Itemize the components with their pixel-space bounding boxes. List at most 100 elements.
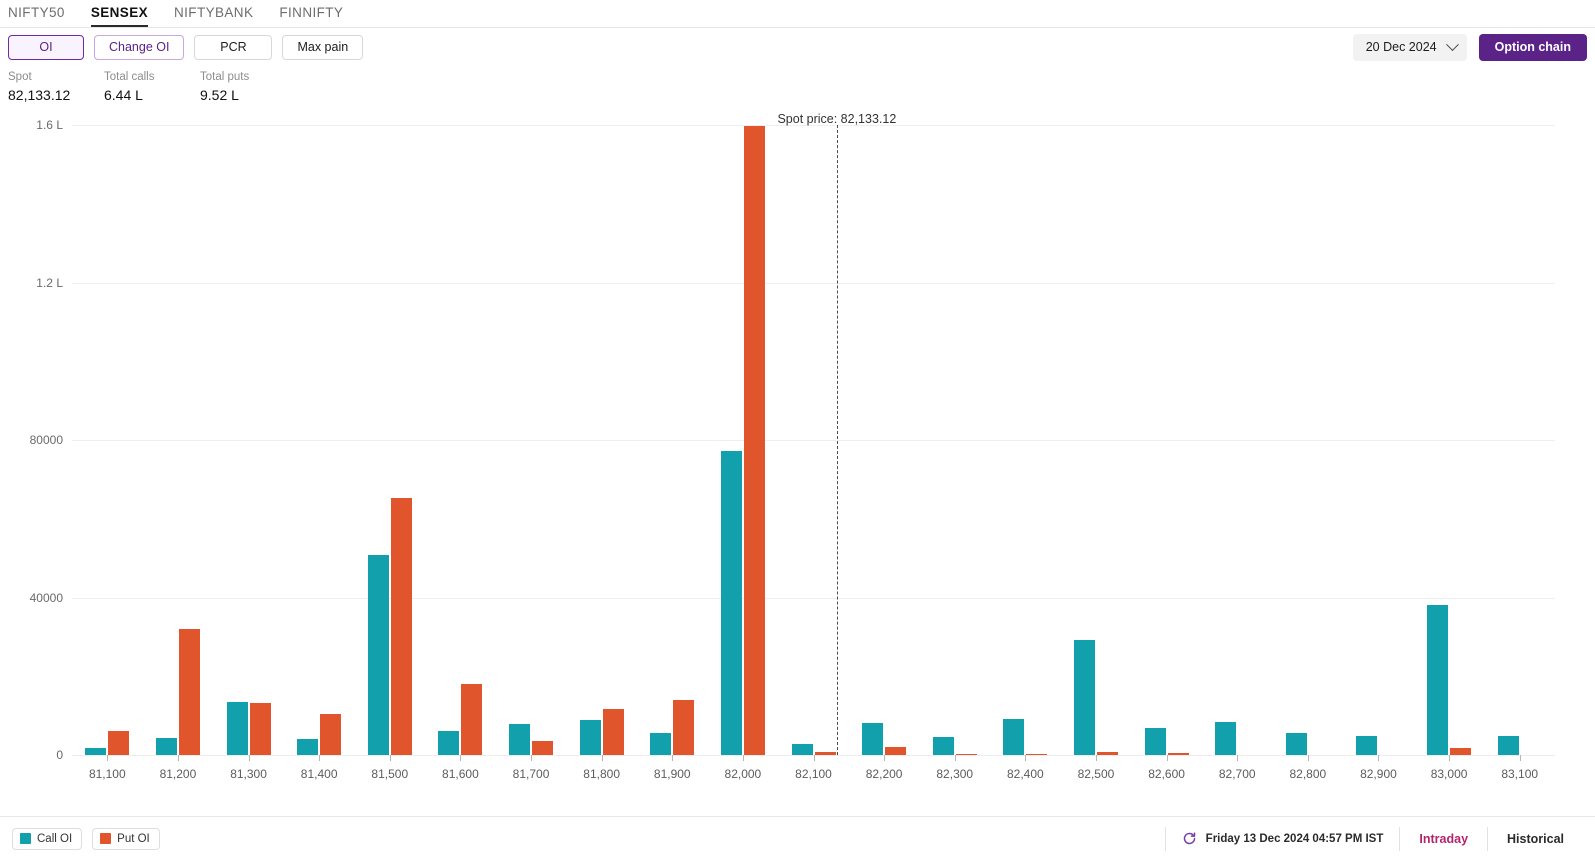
x-axis-tick [1378, 755, 1380, 761]
stat-spot-value: 82,133.12 [8, 87, 71, 103]
bar-group[interactable] [720, 125, 765, 755]
bar-put-oi[interactable] [1167, 753, 1189, 755]
y-axis-tick-label: 1.6 L [36, 118, 63, 132]
bar-put-oi[interactable] [108, 730, 130, 755]
bar-put-oi[interactable] [390, 497, 412, 755]
x-axis-tick [813, 755, 815, 761]
x-axis-tick [601, 755, 603, 761]
bar-group[interactable] [509, 125, 554, 755]
bar-put-oi[interactable] [532, 741, 554, 755]
bar-put-oi[interactable] [1450, 747, 1472, 755]
bar-put-oi[interactable] [461, 684, 483, 755]
bar-call-oi[interactable] [720, 450, 742, 755]
summary-stats: Spot 82,133.12 Total calls 6.44 L Total … [0, 66, 1595, 105]
metric-pill-oi[interactable]: OI [8, 34, 84, 60]
index-tab-sensex[interactable]: SENSEX [90, 5, 148, 27]
x-axis-tick-label: 82,100 [795, 767, 832, 781]
x-axis-tick-label: 83,100 [1501, 767, 1539, 781]
bar-call-oi[interactable] [1285, 732, 1307, 755]
bar-call-oi[interactable] [1003, 718, 1025, 755]
bar-call-oi[interactable] [1356, 736, 1378, 755]
option-chain-button[interactable]: Option chain [1478, 33, 1587, 61]
x-axis-tick [742, 755, 744, 761]
bar-call-oi[interactable] [155, 738, 177, 755]
bar-group[interactable] [1003, 125, 1048, 755]
oi-chart: 0 40000 80000 1.2 L 1.6 L 81,100 81,200 81,300 8… [0, 105, 1595, 785]
bar-put-oi[interactable] [1026, 754, 1048, 755]
index-tab-niftybank[interactable]: NIFTYBANK [174, 5, 253, 27]
x-axis-tick-label: 81,500 [371, 767, 409, 781]
bar-group[interactable] [85, 125, 130, 755]
last-updated-timestamp: Friday 13 Dec 2024 04:57 PM IST [1205, 832, 1384, 845]
bar-call-oi[interactable] [1497, 735, 1519, 755]
refresh-status[interactable]: Friday 13 Dec 2024 04:57 PM IST [1166, 831, 1400, 846]
bar-group[interactable] [1144, 125, 1189, 755]
bar-group[interactable] [1427, 125, 1472, 755]
bar-group[interactable] [1285, 125, 1330, 755]
bar-call-oi[interactable] [932, 736, 954, 755]
bar-group[interactable] [438, 125, 483, 755]
stat-total-calls-label: Total calls [104, 71, 155, 83]
legend-item-put-oi[interactable]: Put OI [92, 827, 160, 850]
bar-call-oi[interactable] [862, 723, 884, 755]
legend-item-call-oi[interactable]: Call OI [12, 827, 83, 850]
bar-group[interactable] [367, 125, 412, 755]
bar-call-oi[interactable] [297, 739, 319, 755]
x-axis-tick [1166, 755, 1168, 761]
index-tab-nifty50[interactable]: NIFTY50 [8, 5, 65, 27]
expiry-date-select[interactable]: 20 Dec 2024 [1352, 33, 1467, 61]
bar-put-oi[interactable] [602, 708, 624, 755]
mode-intraday[interactable]: Intraday [1400, 832, 1487, 846]
stat-total-calls-value: 6.44 L [104, 87, 143, 103]
bar-put-oi[interactable] [743, 126, 765, 755]
option-chain-oi-page: NIFTY50 SENSEX NIFTYBANK FINNIFTY OI Cha… [0, 0, 1595, 860]
bar-call-oi[interactable] [650, 732, 672, 755]
x-axis-tick [1519, 755, 1521, 761]
bar-put-oi[interactable] [885, 746, 907, 755]
bar-group[interactable] [791, 125, 836, 755]
bar-call-oi[interactable] [509, 723, 531, 755]
metric-pill-pcr[interactable]: PCR [194, 34, 273, 60]
metric-pill-max-pain[interactable]: Max pain [282, 34, 364, 60]
bar-group[interactable] [579, 125, 624, 755]
bar-put-oi[interactable] [249, 702, 271, 755]
bar-call-oi[interactable] [1073, 639, 1095, 755]
refresh-icon [1183, 832, 1195, 845]
bar-group[interactable] [1215, 125, 1259, 755]
x-axis-tick [1307, 755, 1309, 761]
bar-call-oi[interactable] [438, 730, 460, 755]
bar-group[interactable] [862, 125, 907, 755]
bar-group[interactable] [1356, 125, 1400, 755]
bar-group[interactable] [226, 125, 271, 755]
bar-call-oi[interactable] [226, 701, 248, 755]
index-tab-finnifty[interactable]: FINNIFTY [279, 5, 343, 27]
mode-historical[interactable]: Historical [1488, 832, 1583, 846]
bar-call-oi[interactable] [579, 720, 601, 755]
metric-pill-change-oi[interactable]: Change OI [94, 34, 185, 60]
spot-price-line [836, 125, 838, 755]
bar-group[interactable] [155, 125, 200, 755]
bar-group[interactable] [1073, 125, 1118, 755]
bar-group[interactable] [1497, 125, 1542, 755]
x-axis-tick [954, 755, 956, 761]
bar-call-oi[interactable] [1215, 722, 1237, 755]
bar-call-oi[interactable] [1144, 728, 1166, 755]
bar-put-oi[interactable] [673, 699, 695, 755]
bar-put-oi[interactable] [1096, 751, 1118, 755]
bar-put-oi[interactable] [320, 713, 342, 755]
bar-group[interactable] [932, 125, 977, 755]
bar-put-oi[interactable] [178, 629, 200, 755]
x-axis-tick-label: 82,400 [1006, 767, 1044, 781]
bar-call-oi[interactable] [791, 744, 813, 755]
bar-group[interactable] [297, 125, 342, 755]
bar-call-oi[interactable] [85, 748, 107, 755]
x-axis-tick-label: 82,200 [865, 767, 903, 781]
stat-total-calls: Total calls 6.44 L [104, 69, 200, 105]
bar-put-oi[interactable] [814, 751, 836, 755]
bar-call-oi[interactable] [367, 554, 389, 755]
x-axis-tick [531, 755, 533, 761]
x-axis-tick [389, 755, 391, 761]
bar-put-oi[interactable] [955, 753, 977, 755]
bar-group[interactable] [650, 125, 695, 755]
bar-call-oi[interactable] [1427, 604, 1449, 755]
